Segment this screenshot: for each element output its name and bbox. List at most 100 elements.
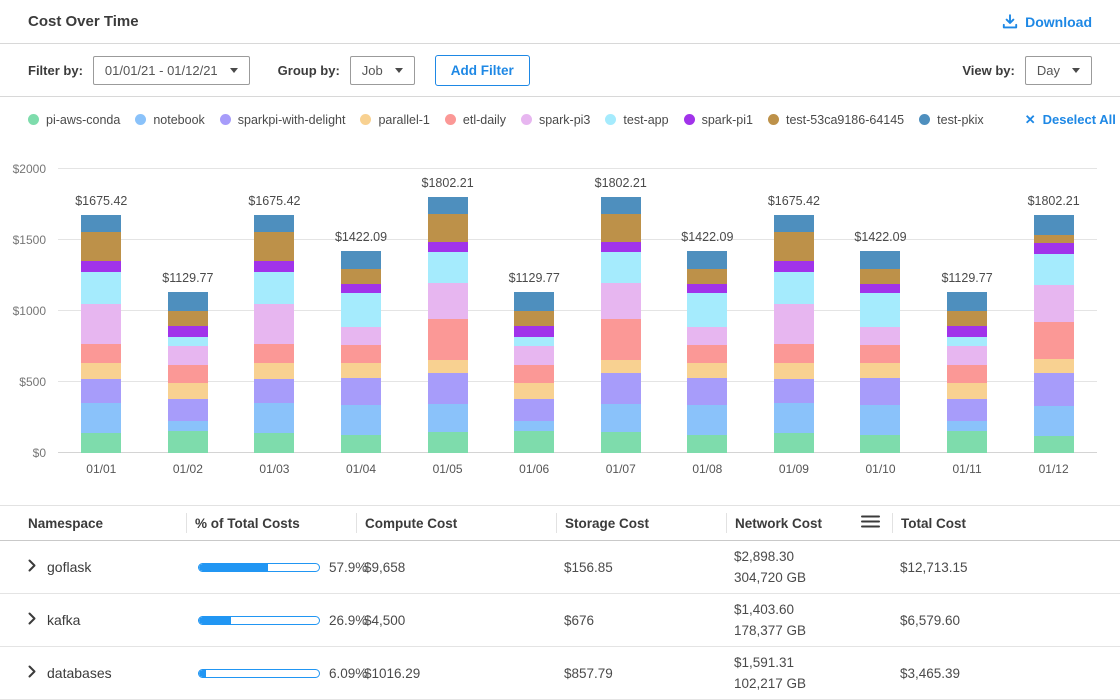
bar-segment-etl-daily[interactable] — [1034, 322, 1074, 359]
bar-segment-test-pkix[interactable] — [947, 292, 987, 311]
bar-segment-test-pkix[interactable] — [341, 251, 381, 269]
bar-segment-notebook[interactable] — [687, 405, 727, 435]
bar-segment-test-pkix[interactable] — [601, 197, 641, 214]
bar-segment-notebook[interactable] — [860, 405, 900, 435]
chevron-right-icon[interactable] — [28, 612, 36, 628]
bar-segment-pi-aws-conda[interactable] — [168, 431, 208, 453]
bar-segment-test-53ca9186-64145[interactable] — [168, 311, 208, 326]
bar-segment-test-53ca9186-64145[interactable] — [254, 232, 294, 261]
bar-segment-test-pkix[interactable] — [774, 215, 814, 232]
bar-segment-test-53ca9186-64145[interactable] — [81, 232, 121, 261]
bar-segment-test-pkix[interactable] — [168, 292, 208, 311]
bar-segment-parallel-1[interactable] — [687, 363, 727, 378]
bar-segment-test-app[interactable] — [860, 293, 900, 327]
bar-segment-spark-pi1[interactable] — [168, 326, 208, 337]
bar-segment-sparkpi-with-delight[interactable] — [254, 379, 294, 403]
bar-segment-test-app[interactable] — [254, 272, 294, 304]
bar-segment-parallel-1[interactable] — [168, 383, 208, 398]
bar-segment-sparkpi-with-delight[interactable] — [601, 373, 641, 404]
bar-segment-parallel-1[interactable] — [774, 363, 814, 379]
bar-segment-sparkpi-with-delight[interactable] — [860, 378, 900, 406]
bar-segment-sparkpi-with-delight[interactable] — [947, 399, 987, 421]
group-by-select[interactable]: Job — [350, 56, 415, 85]
bar-segment-pi-aws-conda[interactable] — [254, 433, 294, 453]
bar-segment-etl-daily[interactable] — [860, 345, 900, 363]
bar-segment-test-53ca9186-64145[interactable] — [1034, 235, 1074, 244]
bar-segment-test-pkix[interactable] — [860, 251, 900, 269]
bar-segment-pi-aws-conda[interactable] — [81, 433, 121, 453]
bar-segment-etl-daily[interactable] — [168, 365, 208, 383]
legend-item-etl-daily[interactable]: etl-daily — [445, 113, 506, 127]
column-header-storage[interactable]: Storage Cost — [556, 513, 726, 533]
bar-segment-spark-pi3[interactable] — [254, 304, 294, 344]
bar-segment-parallel-1[interactable] — [254, 363, 294, 379]
bar-segment-pi-aws-conda[interactable] — [860, 435, 900, 453]
bar-segment-test-pkix[interactable] — [1034, 215, 1074, 235]
bar-segment-notebook[interactable] — [341, 405, 381, 435]
bar-segment-spark-pi3[interactable] — [774, 304, 814, 344]
bar-segment-test-app[interactable] — [601, 252, 641, 283]
bar-segment-pi-aws-conda[interactable] — [428, 432, 468, 453]
bar-segment-spark-pi1[interactable] — [687, 284, 727, 293]
bar-segment-etl-daily[interactable] — [341, 345, 381, 363]
column-header-percent[interactable]: % of Total Costs — [186, 513, 356, 533]
bar-segment-notebook[interactable] — [947, 421, 987, 431]
bar-segment-spark-pi1[interactable] — [601, 242, 641, 252]
bar-segment-notebook[interactable] — [1034, 406, 1074, 436]
bar-segment-etl-daily[interactable] — [601, 319, 641, 359]
legend-item-sparkpi-with-delight[interactable]: sparkpi-with-delight — [220, 113, 346, 127]
bar-segment-test-app[interactable] — [341, 293, 381, 327]
column-header-total[interactable]: Total Cost — [892, 513, 1092, 533]
bar-segment-spark-pi1[interactable] — [860, 284, 900, 293]
bar-segment-spark-pi3[interactable] — [514, 346, 554, 366]
bar-segment-spark-pi3[interactable] — [428, 283, 468, 319]
bar-segment-sparkpi-with-delight[interactable] — [774, 379, 814, 403]
legend-item-pi-aws-conda[interactable]: pi-aws-conda — [28, 113, 120, 127]
bar-segment-etl-daily[interactable] — [254, 344, 294, 363]
deselect-all-button[interactable]: ✕ Deselect All — [1025, 112, 1116, 127]
bar-segment-test-app[interactable] — [514, 337, 554, 346]
bar-segment-test-53ca9186-64145[interactable] — [428, 214, 468, 242]
bar-segment-test-app[interactable] — [428, 252, 468, 283]
legend-item-spark-pi1[interactable]: spark-pi1 — [684, 113, 753, 127]
date-range-select[interactable]: 01/01/21 - 01/12/21 — [93, 56, 250, 85]
column-header-compute[interactable]: Compute Cost — [356, 513, 556, 533]
bar-segment-spark-pi1[interactable] — [428, 242, 468, 252]
bar-segment-notebook[interactable] — [774, 403, 814, 433]
bar-segment-test-53ca9186-64145[interactable] — [860, 269, 900, 284]
bar-segment-sparkpi-with-delight[interactable] — [1034, 373, 1074, 406]
bar-segment-test-pkix[interactable] — [687, 251, 727, 269]
view-by-select[interactable]: Day — [1025, 56, 1092, 85]
column-menu-icon[interactable] — [861, 515, 880, 531]
bar-segment-test-53ca9186-64145[interactable] — [947, 311, 987, 326]
chevron-right-icon[interactable] — [28, 665, 36, 681]
bar-segment-parallel-1[interactable] — [514, 383, 554, 398]
legend-item-spark-pi3[interactable]: spark-pi3 — [521, 113, 590, 127]
bar-segment-spark-pi1[interactable] — [947, 326, 987, 337]
bar-segment-test-app[interactable] — [774, 272, 814, 304]
bar-segment-test-53ca9186-64145[interactable] — [601, 214, 641, 242]
bar-segment-test-app[interactable] — [947, 337, 987, 346]
bar-segment-parallel-1[interactable] — [860, 363, 900, 378]
bar-segment-spark-pi3[interactable] — [860, 327, 900, 344]
legend-item-parallel-1[interactable]: parallel-1 — [360, 113, 429, 127]
chevron-right-icon[interactable] — [28, 559, 36, 575]
bar-segment-parallel-1[interactable] — [601, 360, 641, 373]
legend-item-notebook[interactable]: notebook — [135, 113, 204, 127]
bar-segment-spark-pi1[interactable] — [1034, 243, 1074, 253]
namespace-cell[interactable]: kafka — [28, 612, 186, 628]
bar-segment-test-app[interactable] — [687, 293, 727, 327]
legend-item-test-53ca9186-64145[interactable]: test-53ca9186-64145 — [768, 113, 904, 127]
bar-segment-sparkpi-with-delight[interactable] — [687, 378, 727, 406]
bar-segment-pi-aws-conda[interactable] — [687, 435, 727, 453]
column-header-network[interactable]: Network Cost — [726, 513, 892, 533]
bar-segment-sparkpi-with-delight[interactable] — [428, 373, 468, 404]
bar-segment-etl-daily[interactable] — [687, 345, 727, 363]
bar-segment-spark-pi3[interactable] — [168, 346, 208, 366]
bar-segment-test-53ca9186-64145[interactable] — [341, 269, 381, 284]
bar-segment-sparkpi-with-delight[interactable] — [81, 379, 121, 403]
bar-segment-pi-aws-conda[interactable] — [514, 431, 554, 453]
legend-item-test-app[interactable]: test-app — [605, 113, 668, 127]
bar-segment-spark-pi1[interactable] — [254, 261, 294, 272]
column-header-namespace[interactable]: Namespace — [28, 513, 186, 533]
